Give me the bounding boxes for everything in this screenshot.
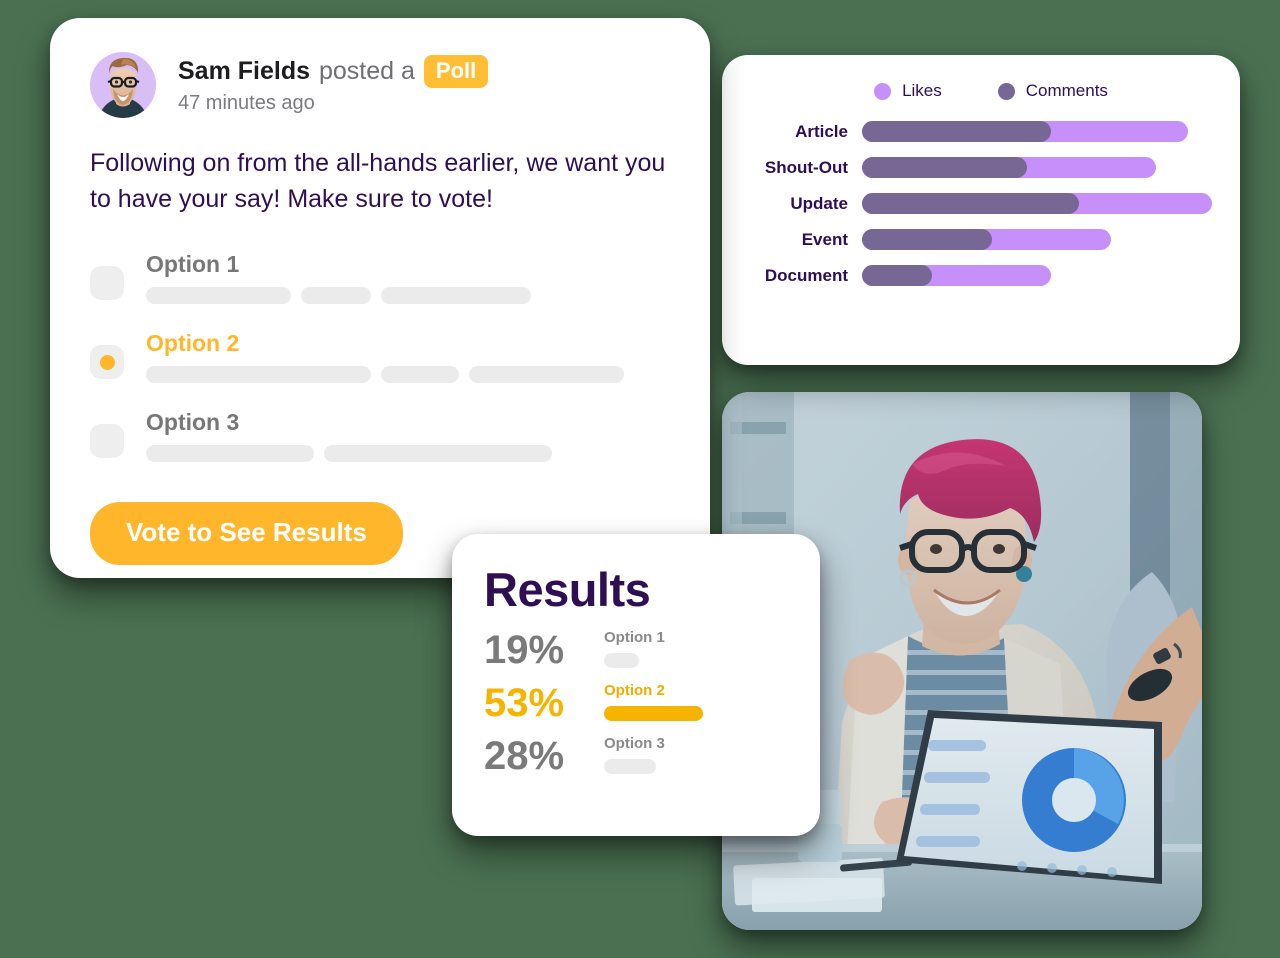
chart-bar-track [862, 229, 1212, 250]
chart-legend: Likes Comments [740, 81, 1212, 101]
legend-label-comments: Comments [1025, 81, 1108, 100]
placeholder-bar [301, 287, 371, 304]
chart-bar-comments [862, 265, 932, 286]
legend-item-comments: Comments [997, 81, 1108, 101]
poll-type-badge: Poll [423, 54, 489, 89]
poll-body-text: Following on from the all-hands earlier,… [90, 149, 666, 213]
legend-dot-likes-icon [874, 82, 892, 100]
chart-bar-comments [862, 157, 1027, 178]
placeholder-bar [146, 366, 371, 383]
result-content: Option 2 [604, 682, 790, 723]
poll-content: Sam Fields posted a Poll 47 minutes ago … [50, 18, 710, 565]
vote-to-see-results-button[interactable]: Vote to See Results [90, 502, 403, 565]
poster-name[interactable]: Sam Fields [178, 57, 310, 86]
result-percent: 53% [484, 681, 565, 725]
chart-row: Document [740, 265, 1212, 286]
chart-row: Update [740, 193, 1212, 214]
user-avatar-photo-icon [90, 52, 156, 118]
poll-options-list: Option 1 Option 2 Option 3 [90, 251, 670, 462]
chart-row: Event [740, 229, 1212, 250]
poll-option-content: Option 3 [146, 409, 670, 462]
chart-bar-track [862, 193, 1212, 214]
chart-bar-track [862, 265, 1212, 286]
chart-row: Shout-Out [740, 157, 1212, 178]
results-rows: 19% Option 1 53% Option 2 28% Option 3 [484, 629, 790, 776]
result-row: 19% Option 1 [484, 629, 790, 670]
result-row: 53% Option 2 [484, 682, 790, 723]
result-bar [604, 706, 703, 721]
poll-option-row[interactable]: Option 3 [90, 409, 670, 462]
chart-bar-rows: Article Shout-Out Update Event Document [740, 121, 1212, 286]
composition-stage: Likes Comments Article Shout-Out Update Eve… [0, 0, 1280, 958]
chart-row: Article [740, 121, 1212, 142]
poll-option-radio[interactable] [90, 424, 124, 458]
chart-bar-comments [862, 229, 992, 250]
result-percent: 19% [484, 628, 565, 672]
placeholder-bar [381, 287, 531, 304]
chart-category-label: Update [790, 193, 848, 213]
radio-selected-dot-icon [99, 354, 115, 370]
poll-option-content: Option 1 [146, 251, 670, 304]
posted-a-text: posted a [319, 56, 415, 85]
result-percent: 28% [484, 734, 565, 778]
poll-option-row[interactable]: Option 2 [90, 330, 670, 383]
results-title: Results [484, 563, 651, 616]
poll-option-label: Option 2 [146, 330, 240, 356]
poll-option-placeholder-bars [146, 445, 670, 462]
legend-label-likes: Likes [902, 81, 942, 100]
poll-header: Sam Fields posted a Poll 47 minutes ago [90, 52, 670, 118]
poll-header-text: Sam Fields posted a Poll 47 minutes ago [178, 54, 489, 115]
placeholder-bar [146, 287, 291, 304]
avatar [90, 52, 156, 118]
poll-results-card: Results 19% Option 1 53% Option 2 28% Option … [452, 534, 820, 836]
poll-option-radio[interactable] [90, 345, 124, 379]
engagement-chart-card: Likes Comments Article Shout-Out Update Eve… [722, 55, 1240, 365]
placeholder-bar [324, 445, 552, 462]
chart-content: Likes Comments Article Shout-Out Update Eve… [722, 55, 1240, 286]
poll-post-card: Sam Fields posted a Poll 47 minutes ago … [50, 18, 710, 578]
result-option-label: Option 3 [604, 735, 665, 752]
legend-item-likes: Likes [874, 81, 942, 101]
placeholder-bar [469, 366, 624, 383]
result-row: 28% Option 3 [484, 735, 790, 776]
poll-option-radio[interactable] [90, 266, 124, 300]
post-timestamp: 47 minutes ago [178, 92, 315, 115]
result-option-label: Option 1 [604, 629, 665, 646]
chart-category-label: Article [795, 121, 848, 141]
result-content: Option 1 [604, 629, 790, 670]
chart-category-label: Document [764, 265, 848, 285]
chart-bar-track [862, 121, 1212, 142]
result-bar [604, 759, 657, 774]
poll-option-label: Option 3 [146, 409, 240, 435]
poll-header-line: Sam Fields posted a Poll [178, 54, 489, 89]
results-content: Results 19% Option 1 53% Option 2 28% Option … [452, 534, 820, 776]
poll-option-placeholder-bars [146, 287, 670, 304]
chart-bar-comments [862, 121, 1051, 142]
poll-option-row[interactable]: Option 1 [90, 251, 670, 304]
placeholder-bar [146, 445, 314, 462]
result-option-label: Option 2 [604, 682, 665, 699]
poll-option-placeholder-bars [146, 366, 670, 383]
chart-category-label: Event [801, 229, 848, 249]
placeholder-bar [381, 366, 459, 383]
result-bar [604, 653, 640, 668]
chart-bar-comments [862, 193, 1079, 214]
chart-category-label: Shout-Out [764, 157, 848, 177]
poll-option-label: Option 1 [146, 251, 240, 277]
chart-bar-track [862, 157, 1212, 178]
legend-dot-comments-icon [997, 82, 1015, 100]
poll-option-content: Option 2 [146, 330, 670, 383]
result-content: Option 3 [604, 735, 790, 776]
